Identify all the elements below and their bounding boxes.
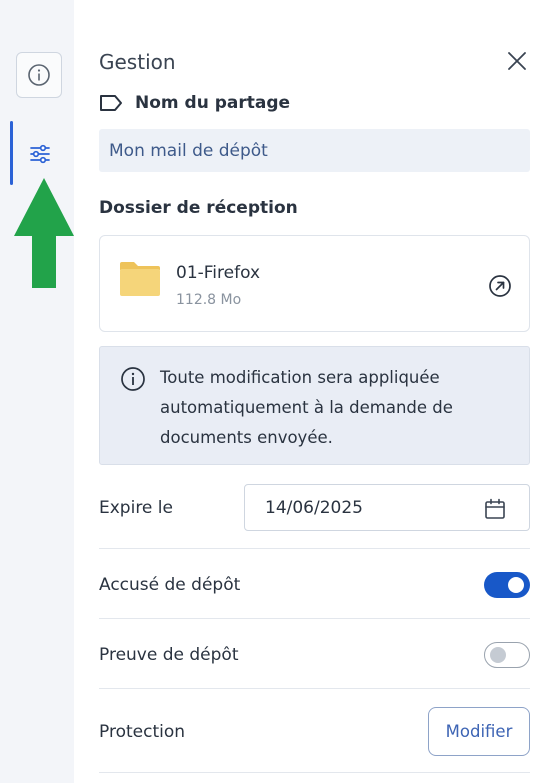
folder-size: 112.8 Mo: [176, 292, 242, 308]
share-name-input[interactable]: Mon mail de dépôt: [99, 129, 530, 172]
divider: [99, 772, 530, 773]
side-rail: [0, 0, 74, 783]
acknowledgment-toggle[interactable]: [484, 572, 530, 598]
open-external-icon[interactable]: [488, 274, 512, 298]
info-notice: Toute modification sera appliquée automa…: [99, 346, 530, 465]
share-name-label-row: Nom du partage: [99, 93, 290, 113]
toggle-knob: [490, 646, 506, 663]
expiry-date-field[interactable]: 14/06/2025: [244, 484, 530, 531]
expiry-label: Expire le: [99, 498, 173, 518]
folder-icon: [120, 262, 160, 296]
info-icon: [28, 64, 50, 86]
expiry-date-value: 14/06/2025: [265, 498, 363, 518]
settings-sliders-icon: [30, 144, 50, 164]
folder-name: 01-Firefox: [176, 263, 261, 283]
info-tab-button[interactable]: [16, 52, 62, 98]
calendar-icon[interactable]: [483, 497, 507, 521]
notice-text: Toute modification sera appliquée automa…: [160, 368, 453, 447]
toggle-knob: [508, 577, 524, 593]
proof-label: Preuve de dépôt: [99, 645, 239, 665]
management-panel: Gestion Nom du partage Mon mail de dépôt…: [74, 10, 548, 783]
reception-folder-card[interactable]: 01-Firefox 112.8 Mo: [99, 235, 530, 332]
info-icon: [121, 367, 145, 391]
modify-protection-button[interactable]: Modifier: [428, 707, 530, 756]
top-strip: [0, 0, 548, 10]
divider: [99, 618, 530, 619]
divider: [99, 688, 530, 689]
protection-label: Protection: [99, 722, 186, 742]
proof-toggle[interactable]: [484, 642, 530, 668]
annotation-arrow-icon: [14, 178, 74, 288]
share-name-label: Nom du partage: [135, 93, 291, 113]
reception-folder-label: Dossier de réception: [99, 198, 298, 218]
acknowledgment-label: Accusé de dépôt: [99, 575, 241, 595]
settings-tab-button[interactable]: [22, 136, 58, 172]
divider: [99, 548, 530, 549]
label-tag-icon: [100, 95, 122, 111]
panel-title: Gestion: [99, 50, 176, 74]
close-icon[interactable]: [506, 50, 528, 72]
